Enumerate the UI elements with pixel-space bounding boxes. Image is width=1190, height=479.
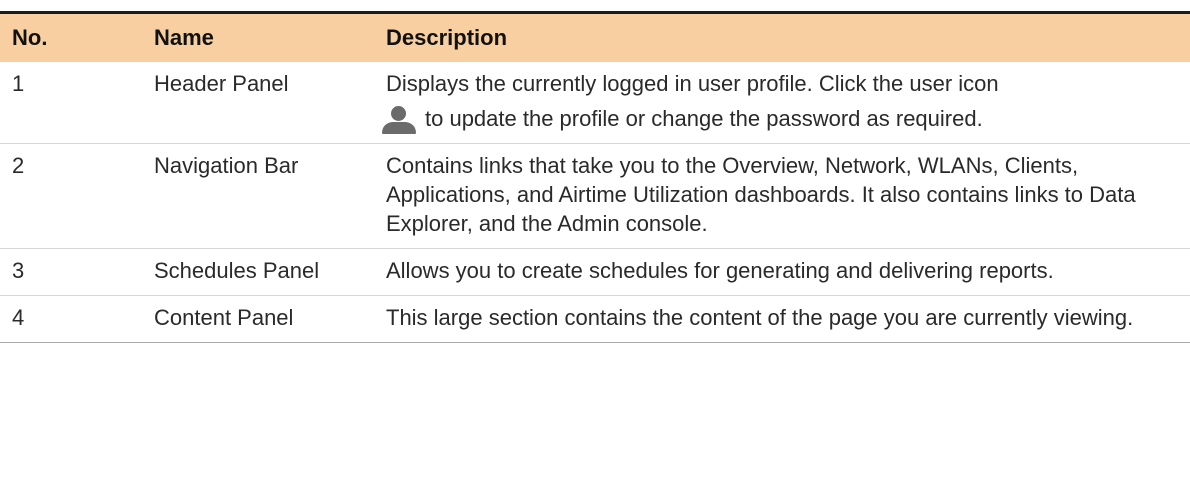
row-description-line2: to update the profile or change the pass… <box>425 106 983 131</box>
row-name: Content Panel <box>154 305 294 330</box>
header-description: Description <box>386 25 508 50</box>
user-icon-torso <box>382 122 416 134</box>
table-row: 2 Navigation Bar Contains links that tak… <box>0 144 1190 249</box>
row-no: 3 <box>12 258 25 283</box>
table-header-row: No. Name Description <box>0 14 1190 62</box>
table-row: 4 Content Panel This large section conta… <box>0 296 1190 343</box>
row-no: 1 <box>12 71 25 96</box>
row-name: Schedules Panel <box>154 258 320 283</box>
panels-table: No. Name Description 1 Header Panel Disp… <box>0 11 1190 343</box>
header-name: Name <box>154 25 214 50</box>
header-no: No. <box>12 25 48 50</box>
row-description: Contains links that take you to the Over… <box>386 153 1136 236</box>
row-name: Header Panel <box>154 71 289 96</box>
row-name: Navigation Bar <box>154 153 299 178</box>
row-description-line2-wrap: to update the profile or change the pass… <box>382 104 1170 134</box>
row-description: Displays the currently logged in user pr… <box>382 62 1190 143</box>
user-icon <box>381 106 417 134</box>
row-no: 2 <box>12 153 25 178</box>
table-row: 3 Schedules Panel Allows you to create s… <box>0 249 1190 296</box>
row-no: 4 <box>12 305 25 330</box>
table-row: 1 Header Panel Displays the currently lo… <box>0 62 1190 144</box>
row-description: Allows you to create schedules for gener… <box>386 258 1054 283</box>
row-description: This large section contains the content … <box>386 305 1134 330</box>
row-description-line1: Displays the currently logged in user pr… <box>386 71 999 96</box>
user-icon-head <box>391 106 406 121</box>
